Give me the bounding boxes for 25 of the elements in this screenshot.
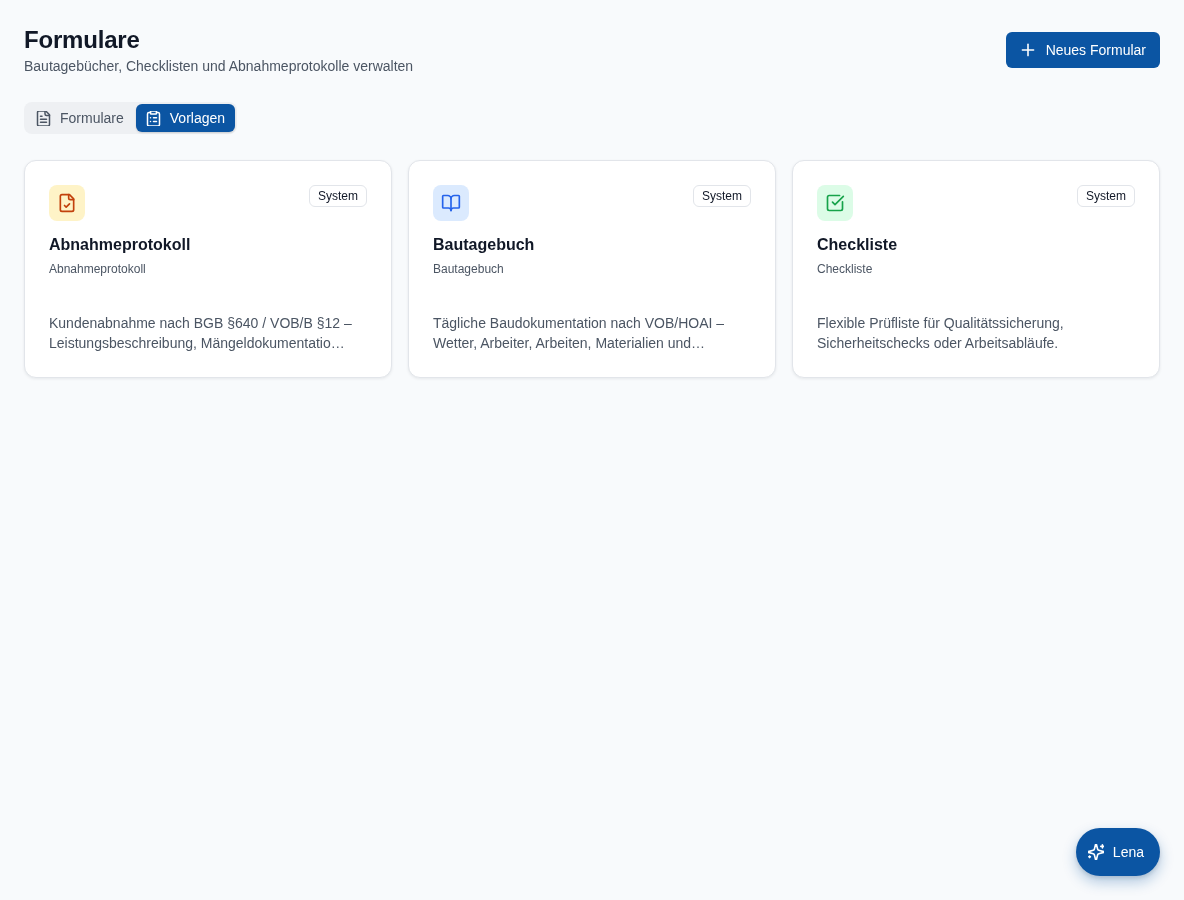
clipboard-list-icon bbox=[145, 110, 161, 126]
card-description: Kundenabnahme nach BGB §640 / VOB/B §12 – Leistungsbeschreibung, Mängeldokumentatio… bbox=[49, 314, 353, 353]
card-title: Abnahmeprotokoll bbox=[49, 235, 192, 255]
source-tag: System bbox=[309, 185, 367, 207]
view-tab[interactable]: Vorlagen bbox=[135, 104, 236, 132]
card-title: Bautagebuch bbox=[433, 235, 536, 255]
page-title: Formulare bbox=[24, 25, 141, 55]
card-subtitle: Abnahmeprotokoll bbox=[49, 261, 147, 277]
card-subtitle: Bautagebuch bbox=[433, 261, 505, 277]
view-tab[interactable]: Formulare bbox=[26, 104, 134, 132]
card-subtitle: Checkliste bbox=[817, 261, 874, 277]
template-card[interactable]: System Abnahmeprotokoll Abnahmeprotokoll Kundenabnahme nach BGB §640 / VOB/B §12 – Leistungsbeschreibung, Mängeldokumentatio… bbox=[24, 160, 392, 378]
source-tag: System bbox=[693, 185, 751, 207]
source-tag: System bbox=[1077, 185, 1135, 207]
card-description: Flexible Prüfliste für Qualitätssicherung, Sicherheitschecks oder Arbeitsabläufe. bbox=[817, 314, 1065, 353]
template-card[interactable]: System Checkliste Checkliste Flexible Prüfliste für Qualitätssicherung, Sicherheitschecks oder Arbeitsabläufe. bbox=[792, 160, 1160, 378]
template-card[interactable]: System Bautagebuch Bautagebuch Tägliche Baudokumentation nach VOB/HOAI – Wetter, Arbeiter, Arbeiten, Materialien und… bbox=[408, 160, 776, 378]
assistant-button[interactable]: Lena bbox=[1075, 828, 1160, 876]
card-description: Tägliche Baudokumentation nach VOB/HOAI – Wetter, Arbeiter, Arbeiten, Materialien und… bbox=[433, 314, 726, 353]
document-icon bbox=[36, 110, 51, 126]
page-subtitle: Bautagebücher, Checklisten und Abnahmeprotokolle verwalten bbox=[24, 57, 414, 76]
plus-icon bbox=[1019, 42, 1036, 58]
new-form-button[interactable]: Neues Formular bbox=[1005, 32, 1160, 68]
card-title: Checkliste bbox=[817, 235, 899, 255]
sparkles-icon bbox=[1087, 844, 1104, 860]
